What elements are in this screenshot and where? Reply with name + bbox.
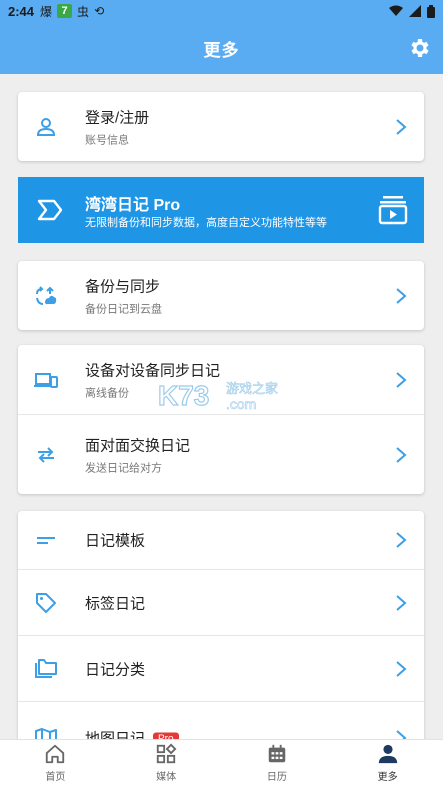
tab-media-label: 媒体 <box>156 772 177 783</box>
cloud-sync-icon <box>36 285 57 305</box>
settings-gear-icon[interactable] <box>407 36 431 60</box>
sync-icon: ⟲ <box>94 4 105 18</box>
app-bar: 更多 <box>0 22 443 74</box>
notification-icon: 爆 <box>40 4 53 19</box>
f2f-title: 面对面交换日记 <box>85 437 191 454</box>
menu-card: 日记模板 标签日记 日记分类 地图日记Pro <box>18 511 424 751</box>
person-icon <box>378 744 397 764</box>
k73-watermark: K73 游戏之家 .com <box>158 379 278 412</box>
login-row[interactable]: 登录/注册 账号信息 <box>18 92 424 161</box>
status-bar: 2:44 爆 7 虫 ⟲ <box>0 0 443 22</box>
login-subtitle: 账号信息 <box>85 134 129 146</box>
svg-text:游戏之家: 游戏之家 <box>226 381 278 397</box>
bottom-tab-bar: 首页 媒体 日历 更多 <box>0 739 443 786</box>
pro-banner[interactable]: 湾湾日记 Pro 无限制备份和同步数据，高度自定义功能特性等等 <box>18 177 424 243</box>
tab-calendar-label: 日历 <box>266 772 287 783</box>
chevron-right-icon <box>396 532 407 548</box>
chevron-right-icon <box>396 594 407 611</box>
wifi-icon <box>389 5 403 16</box>
chevron-right-icon <box>396 660 407 677</box>
backup-subtitle: 备份日记到云盘 <box>85 303 162 315</box>
tab-home[interactable]: 首页 <box>0 740 111 786</box>
svg-text:K73: K73 <box>158 380 209 411</box>
tag-icon <box>36 592 56 613</box>
chevron-right-icon <box>396 287 407 304</box>
backup-card: 备份与同步 备份日记到云盘 <box>18 261 424 330</box>
login-title: 登录/注册 <box>85 109 150 126</box>
menu-tags-label: 标签日记 <box>85 595 146 612</box>
menu-category-row[interactable]: 日记分类 <box>18 635 424 701</box>
chevron-right-icon <box>396 118 407 135</box>
pro-tag-icon <box>37 199 63 221</box>
home-icon <box>46 744 65 764</box>
tab-home-label: 首页 <box>45 772 66 783</box>
device-sync-card: 设备对设备同步日记 离线备份 面对面交换日记 发送日记给对方 <box>18 345 424 494</box>
tab-more-label: 更多 <box>377 772 398 783</box>
app-7-icon: 7 <box>57 4 73 18</box>
tab-more[interactable]: 更多 <box>332 740 443 786</box>
chevron-right-icon <box>396 371 407 388</box>
menu-tags-row[interactable]: 标签日记 <box>18 569 424 635</box>
media-grid-icon <box>156 743 177 764</box>
tab-media[interactable]: 媒体 <box>111 740 222 786</box>
tab-calendar[interactable]: 日历 <box>222 740 333 786</box>
backup-title: 备份与同步 <box>85 278 161 295</box>
battery-icon <box>427 4 435 18</box>
svg-text:.com: .com <box>226 396 256 412</box>
page-title: 更多 <box>203 40 240 60</box>
user-icon <box>36 117 56 136</box>
pro-title: 湾湾日记 Pro <box>85 197 181 214</box>
swap-arrows-icon <box>38 446 54 463</box>
signal-icon <box>409 5 421 17</box>
template-lines-icon <box>37 537 55 544</box>
menu-template-row[interactable]: 日记模板 <box>18 511 424 569</box>
pro-subtitle: 无限制备份和同步数据，高度自定义功能特性等等 <box>85 217 327 229</box>
login-card: 登录/注册 账号信息 <box>18 92 424 161</box>
subscription-icon <box>378 196 408 225</box>
menu-category-label: 日记分类 <box>85 661 146 678</box>
bug-icon: 虫 <box>77 4 90 19</box>
calendar-icon <box>268 744 286 763</box>
devices-icon <box>34 372 58 388</box>
backup-row[interactable]: 备份与同步 备份日记到云盘 <box>18 261 424 330</box>
folders-icon <box>35 658 57 678</box>
f2f-subtitle: 发送日记给对方 <box>85 462 162 474</box>
face-to-face-row[interactable]: 面对面交换日记 发送日记给对方 <box>18 414 424 494</box>
chevron-right-icon <box>396 446 407 463</box>
menu-template-label: 日记模板 <box>85 532 146 550</box>
status-time: 2:44 <box>8 3 35 19</box>
